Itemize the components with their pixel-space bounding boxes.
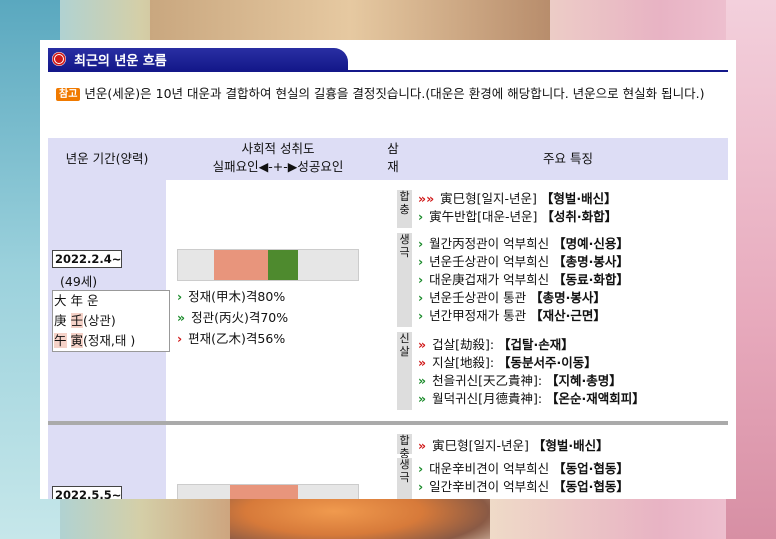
header-samjae-1: 삼 (387, 141, 399, 156)
header-achieve-scale: 실패요인◀-+-▶성공요인 (212, 159, 344, 174)
section-title-bar: 최근의 년운 흐름 (48, 48, 348, 70)
feature-item: › 일간辛비견이 억부희신 【동업·협동】 (418, 479, 629, 494)
feature-list-hapchung: » 寅巳형[일지-년운] 【형벌·배신】 (418, 437, 609, 455)
hanja-row-2: 庚 壬(상관) (54, 313, 116, 328)
title-underline (48, 70, 728, 72)
feature-list-hapchung: »» 寅巳형[일지-년운] 【형벌·배신】 › 寅午반합[대운-년운] 【성취·화합… (418, 190, 617, 226)
category-saenggeuk: 생극 (397, 233, 412, 327)
feature-item: › 寅午반합[대운-년운] 【성취·화합】 (418, 209, 618, 224)
note: 참고 년운(세운)은 10년 대운과 결합하여 현실의 길흉을 결정짓습니다.(대… (56, 84, 728, 104)
feature-item: › 년운壬상관이 통관 【총명·봉사】 (418, 290, 606, 305)
target-icon (52, 52, 66, 66)
hanja-row-3: 午 寅(정재,태 ) (54, 333, 136, 348)
row1-rate-3: › 편재(乙木)격56% (177, 331, 286, 346)
feature-item: › 대운辛비견이 억부희신 【동업·협동】 (418, 461, 629, 476)
row1-date[interactable]: 2022.2.4~ (52, 250, 122, 268)
background-top (150, 0, 550, 40)
feature-item: » 寅巳형[일지-년운] 【형벌·배신】 (418, 438, 609, 453)
feature-list-saenggeuk: › 월간丙정관이 억부희신 【명예·신용】 › 년운壬상관이 억부희신 【총명·봉사… (418, 235, 629, 325)
feature-list-sinsal: » 겁살[劫殺]: 【겁탈·손재】 » 지살[地殺]: 【동분서주·이동】 » 천을귀… (418, 336, 645, 408)
feature-item: » 월덕귀신[月德貴神]: 【온순·재액회피】 (418, 391, 645, 406)
category-saenggeuk: 생극 (397, 458, 412, 499)
bar-success-segment (268, 250, 298, 280)
feature-item: › 년운壬상관이 억부희신 【총명·봉사】 (418, 254, 629, 269)
feature-item: » 겁살[劫殺]: 【겁탈·손재】 (418, 337, 574, 352)
row1-rate-2: » 정관(丙火)격70% (177, 310, 289, 325)
row2-achievement-bar (177, 484, 359, 499)
category-hapchung: 합충 (397, 190, 412, 228)
header-period: 년운 기간(양력) (65, 151, 149, 166)
row1-achievement-bar (177, 249, 359, 281)
hanja-row-1: 大 年 운 (54, 293, 99, 308)
feature-item: › 대운庚겁재가 억부희신 【동료·화합】 (418, 272, 629, 287)
section-title: 최근의 년운 흐름 (74, 53, 167, 69)
row1-hanja-box: 大 年 운 庚 壬(상관) 午 寅(정재,태 ) (52, 290, 170, 352)
category-sinsal: 신살 (397, 332, 412, 410)
feature-list-saenggeuk: › 대운辛비견이 억부희신 【동업·협동】 › 일간辛비견이 억부희신 【동업·협동… (418, 460, 629, 496)
note-text: 년운(세운)은 10년 대운과 결합하여 현실의 길흉을 결정짓습니다.(대운은… (84, 86, 705, 101)
table-header: 년운 기간(양력) 사회적 성취도 실패요인◀-+-▶성공요인 삼 재 주요 특… (48, 138, 728, 180)
bar-fail-segment (214, 250, 268, 280)
category-hapchung: 합충 (397, 434, 412, 460)
header-samjae-2: 재 (387, 159, 399, 174)
header-achieve-title: 사회적 성취도 (241, 141, 315, 156)
row1-age: (49세) (60, 274, 98, 289)
yearly-fortune-panel: 최근의 년운 흐름 참고 년운(세운)은 10년 대운과 결합하여 현실의 길흉을… (40, 40, 736, 499)
bar-fail-segment (230, 485, 298, 499)
row1-rate-1: › 정재(甲木)격80% (177, 289, 286, 304)
row2-date[interactable]: 2022.5.5~ (52, 486, 122, 499)
feature-item: » 지살[地殺]: 【동분서주·이동】 (418, 355, 597, 370)
feature-item: »» 寅巳형[일지-년운] 【형벌·배신】 (418, 191, 617, 206)
feature-item: » 천을귀신[天乙貴神]: 【지혜·총명】 (418, 373, 622, 388)
header-features: 주요 특징 (543, 151, 593, 166)
note-badge: 참고 (56, 88, 81, 101)
feature-item: › 년간甲정재가 통관 【재산·근면】 (418, 308, 606, 323)
feature-item: › 월간丙정관이 억부희신 【명예·신용】 (418, 236, 629, 251)
